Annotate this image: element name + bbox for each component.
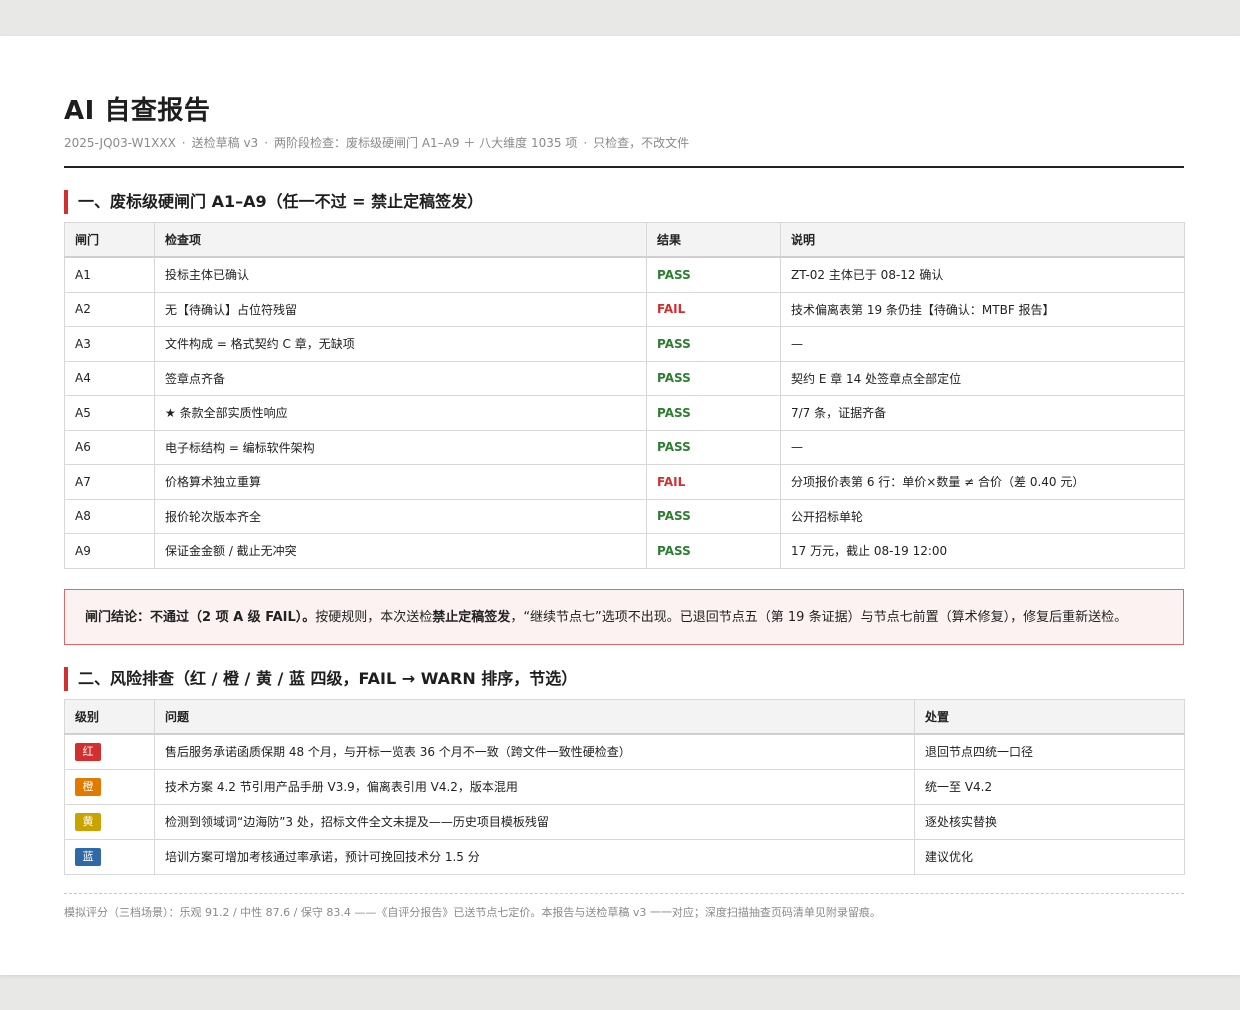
table-row: A7 价格算术独立重算 FAIL 分项报价表第 6 行：单价×数量 ≠ 合价（差 0.… (64, 464, 1185, 500)
verdict-text-tail: ，“继续节点七”选项不出现。已退回节点五（第 19 条证据）与节点七前置（算术修… (510, 609, 1128, 625)
meta-separator: · (264, 136, 269, 150)
gates-header-row: 闸门 检查项 结果 说明 (64, 222, 1185, 258)
meta-doc-id: 2025-JQ03-W1XXX (64, 136, 176, 150)
risk-table: 级别 问题 处置 红 售后服务承诺函质保期 48 个月，与开标一览表 36 个月不… (64, 698, 1185, 875)
page-title: AI 自查报告 (64, 96, 211, 126)
gate-id-cell: A3 (64, 326, 155, 362)
result-cell: PASS (646, 395, 781, 431)
result-cell: PASS (646, 429, 781, 465)
table-row: A2 无【待确认】占位符残留 FAIL 技术偏离表第 19 条仍挂【待确认：MTBF … (64, 291, 1185, 327)
table-row: 红 售后服务承诺函质保期 48 个月，与开标一览表 36 个月不一致（跨文件一致性… (64, 733, 1185, 770)
level-badge: 红 (75, 742, 101, 761)
issue-cell: 培训方案可增加考核通过率承诺，预计可挽回技术分 1.5 分 (154, 838, 915, 875)
check-item-cell: 签章点齐备 (154, 360, 647, 396)
check-item-cell: 无【待确认】占位符残留 (154, 291, 647, 327)
column-header-gate: 闸门 (64, 222, 155, 258)
report-content: AI 自查报告 2025-JQ03-W1XXX · 送检草稿 v3 · 两阶段检查：废标… (64, 94, 1185, 922)
table-row: A4 签章点齐备 PASS 契约 E 章 14 处签章点全部定位 (64, 360, 1185, 396)
note-cell: 分项报价表第 6 行：单价×数量 ≠ 合价（差 0.40 元） (780, 464, 1185, 500)
level-cell: 红 (64, 733, 155, 770)
table-row: A1 投标主体已确认 PASS ZT-02 主体已于 08-12 确认 (64, 256, 1185, 293)
section-gates-title: 一、废标级硬闸门 A1–A9（任一不过 = 禁止定稿签发） (64, 190, 1184, 214)
table-row: 橙 技术方案 4.2 节引用产品手册 V3.9，偏离表引用 V4.2，版本混用 统一… (64, 768, 1185, 805)
score-footnote: 模拟评分（三档场景）：乐观 91.2 / 中性 87.6 / 保守 83.4 —… (64, 892, 1184, 922)
column-header-result: 结果 (646, 222, 781, 258)
level-badge: 蓝 (75, 847, 101, 866)
table-row: A5 ★ 条款全部实质性响应 PASS 7/7 条，证据齐备 (64, 395, 1185, 431)
result-cell: PASS (646, 360, 781, 396)
table-row: A9 保证金金额 / 截止无冲突 PASS 17 万元，截止 08-19 12:00 (64, 533, 1185, 569)
note-cell: ZT-02 主体已于 08-12 确认 (780, 256, 1185, 293)
gate-id-cell: A6 (64, 429, 155, 465)
report-meta: 2025-JQ03-W1XXX · 送检草稿 v3 · 两阶段检查：废标级硬闸门 A1–… (64, 134, 1184, 168)
verdict-strong: 禁止定稿签发 (432, 609, 511, 625)
note-cell: — (780, 326, 1185, 362)
gate-verdict: 闸门结论：不通过（2 项 A 级 FAIL）。按硬规则，本次送检禁止定稿签发，“… (64, 588, 1184, 645)
gates-table: 闸门 检查项 结果 说明 A1 投标主体已确认 PASS ZT-02 主体已于 08-… (64, 222, 1185, 569)
gates-table-body: A1 投标主体已确认 PASS ZT-02 主体已于 08-12 确认 A2 无【待确认】… (64, 256, 1185, 569)
gate-id-cell: A1 (64, 256, 155, 293)
result-cell: FAIL (646, 291, 781, 327)
check-item-cell: 电子标结构 = 编标软件架构 (154, 429, 647, 465)
note-cell: 公开招标单轮 (780, 498, 1185, 534)
meta-separator: · (181, 136, 186, 150)
gate-id-cell: A8 (64, 498, 155, 534)
column-header-action: 处置 (914, 698, 1185, 735)
gate-id-cell: A2 (64, 291, 155, 327)
note-cell: — (780, 429, 1185, 465)
check-item-cell: 文件构成 = 格式契约 C 章，无缺项 (154, 326, 647, 362)
gate-id-cell: A9 (64, 533, 155, 569)
note-cell: 7/7 条，证据齐备 (780, 395, 1185, 431)
note-cell: 技术偏离表第 19 条仍挂【待确认：MTBF 报告】 (780, 291, 1185, 327)
column-header-item: 检查项 (154, 222, 647, 258)
result-cell: FAIL (646, 464, 781, 500)
table-row: 蓝 培训方案可增加考核通过率承诺，预计可挽回技术分 1.5 分建议优化 (64, 838, 1185, 875)
gate-id-cell: A4 (64, 360, 155, 396)
check-item-cell: 保证金金额 / 截止无冲突 (154, 533, 647, 569)
check-item-cell: 报价轮次版本齐全 (154, 498, 647, 534)
level-cell: 黄 (64, 803, 155, 840)
issue-cell: 技术方案 4.2 节引用产品手册 V3.9，偏离表引用 V4.2，版本混用 (154, 768, 915, 805)
level-badge: 黄 (75, 812, 101, 831)
column-header-level: 级别 (64, 698, 155, 735)
check-item-cell: 投标主体已确认 (154, 256, 647, 293)
result-cell: PASS (646, 326, 781, 362)
meta-separator: · (583, 136, 588, 150)
action-cell: 建议优化 (914, 838, 1185, 875)
result-cell: PASS (646, 498, 781, 534)
action-cell: 逐处核实替换 (914, 803, 1185, 840)
meta-scope: 两阶段检查：废标级硬闸门 A1–A9 ＋ 八大维度 1035 项 (274, 136, 578, 150)
column-header-issue: 问题 (154, 698, 915, 735)
level-badge: 橙 (75, 777, 101, 796)
issue-cell: 售后服务承诺函质保期 48 个月，与开标一览表 36 个月不一致（跨文件一致性硬… (154, 733, 915, 770)
meta-mode: 只检查，不改文件 (593, 136, 690, 150)
level-cell: 蓝 (64, 838, 155, 875)
gate-id-cell: A7 (64, 464, 155, 500)
result-cell: PASS (646, 256, 781, 293)
risk-table-body: 红 售后服务承诺函质保期 48 个月，与开标一览表 36 个月不一致（跨文件一致性… (64, 733, 1185, 875)
report-sheet: AI 自查报告 2025-JQ03-W1XXX · 送检草稿 v3 · 两阶段检查：废标… (0, 36, 1240, 975)
result-cell: PASS (646, 533, 781, 569)
column-header-note: 说明 (780, 222, 1185, 258)
verdict-label: 闸门结论：不通过（2 项 A 级 FAIL）。 (85, 609, 316, 625)
note-cell: 契约 E 章 14 处签章点全部定位 (780, 360, 1185, 396)
section-risk-title: 二、风险排查（红 / 橙 / 黄 / 蓝 四级，FAIL → WARN 排序，节… (64, 666, 1184, 691)
level-cell: 橙 (64, 768, 155, 805)
table-row: A8 报价轮次版本齐全 PASS 公开招标单轮 (64, 498, 1185, 534)
check-item-cell: 价格算术独立重算 (154, 464, 647, 500)
issue-cell: 检测到领域词“边海防”3 处，招标文件全文未提及——历史项目模板残留 (154, 803, 915, 840)
action-cell: 统一至 V4.2 (914, 768, 1185, 805)
note-cell: 17 万元，截止 08-19 12:00 (780, 533, 1185, 569)
verdict-text: 按硬规则，本次送检 (315, 609, 433, 625)
action-cell: 退回节点四统一口径 (914, 733, 1185, 770)
table-row: A3 文件构成 = 格式契约 C 章，无缺项 PASS — (64, 326, 1185, 362)
check-item-cell: ★ 条款全部实质性响应 (154, 395, 647, 431)
meta-draft: 送检草稿 v3 (191, 136, 259, 150)
risk-header-row: 级别 问题 处置 (64, 698, 1185, 735)
table-row: 黄 检测到领域词“边海防”3 处，招标文件全文未提及——历史项目模板残留 逐处核实替… (64, 803, 1185, 840)
gate-id-cell: A5 (64, 395, 155, 431)
table-row: A6 电子标结构 = 编标软件架构 PASS — (64, 429, 1185, 465)
